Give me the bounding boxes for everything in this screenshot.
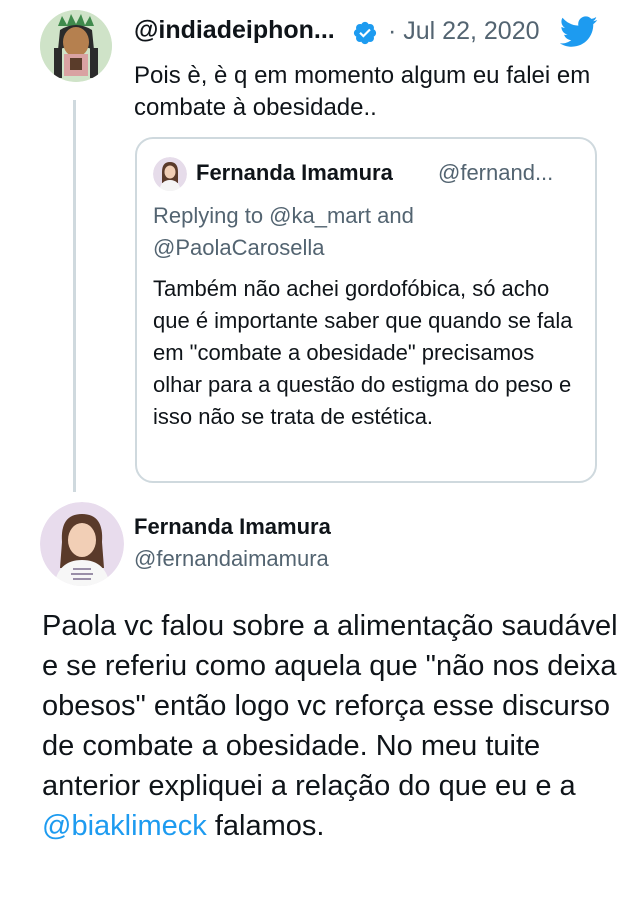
- author-avatar[interactable]: [40, 10, 112, 82]
- main-author-avatar[interactable]: [40, 502, 124, 586]
- quoted-replying-to: Replying to @ka_mart and @PaolaCarosella: [153, 203, 414, 260]
- tweet-timestamp[interactable]: · Jul 22, 2020: [388, 17, 540, 46]
- main-author-name[interactable]: Fernanda Imamura: [134, 514, 331, 540]
- quoted-author-name: Fernanda Imamura: [196, 160, 393, 185]
- meta-separator: ·: [388, 17, 397, 45]
- quoted-author-avatar: [153, 157, 187, 191]
- main-tweet-text-tail: falamos.: [206, 810, 325, 842]
- main-author-handle[interactable]: @fernandaimamura: [134, 546, 329, 572]
- main-tweet-text-body: Paola vc falou sobre a alimentação saudá…: [42, 610, 618, 802]
- tweet-date[interactable]: Jul 22, 2020: [403, 17, 539, 45]
- mention-link[interactable]: @biaklimeck: [42, 810, 207, 842]
- thread-connector-line: [73, 100, 76, 492]
- author-handle[interactable]: @indiadeiphon...: [134, 16, 335, 45]
- main-tweet-text: Paola vc falou sobre a alimentação saudá…: [42, 606, 622, 846]
- verified-badge-icon: [352, 20, 378, 46]
- twitter-bird-icon[interactable]: [559, 16, 598, 48]
- quoted-author-handle: @fernand...: [438, 160, 554, 185]
- tweet-text: Pois è, è q em momento algum eu falei em…: [134, 62, 591, 121]
- quoted-tweet-text: Também não achei gordofóbica, só acho qu…: [153, 276, 573, 429]
